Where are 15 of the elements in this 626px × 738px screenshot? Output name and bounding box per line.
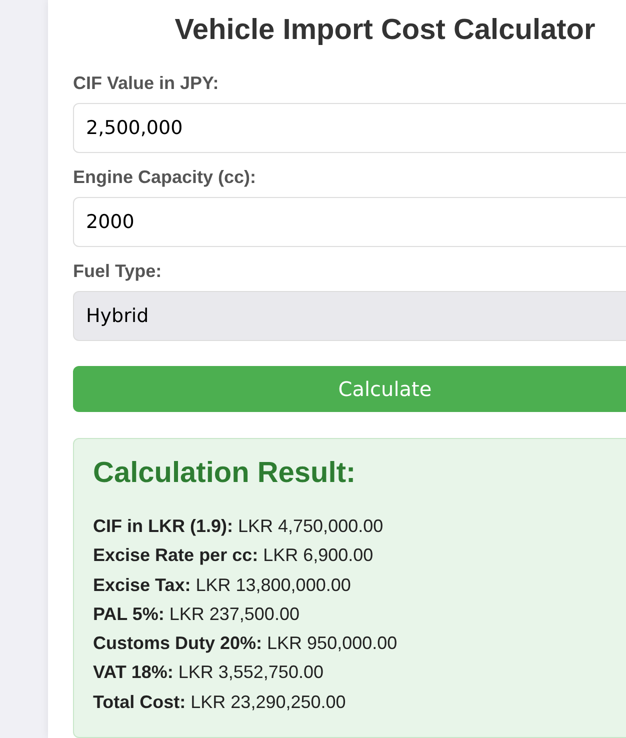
field-label: CIF Value in JPY: <box>73 73 220 94</box>
result-line: PAL 5%: LKR 237,500.00 <box>93 602 300 626</box>
page-title: Vehicle Import Cost Calculator <box>174 14 596 47</box>
result-line: CIF in LKR (1.9): LKR 4,750,000.00 <box>93 514 384 538</box>
result-line: Excise Rate per cc: LKR 6,900.00 <box>93 544 374 568</box>
input-field[interactable]: 2,500,000 <box>73 103 626 153</box>
field-label: Engine Capacity (cc): <box>73 167 258 188</box>
result-line: Total Cost: LKR 23,290,250.00 <box>93 690 347 714</box>
result-line: VAT 18%: LKR 3,552,750.00 <box>93 661 324 684</box>
fuel-type-select[interactable]: Hybrid <box>73 291 626 341</box>
result-heading: Calculation Result: <box>93 456 357 490</box>
field-label: Fuel Type: <box>73 261 163 282</box>
result-line: Customs Duty 20%: LKR 950,000.00 <box>93 632 398 656</box>
input-field[interactable]: 2000 <box>73 197 626 247</box>
result-line: Excise Tax: LKR 13,800,000.00 <box>93 574 352 597</box>
